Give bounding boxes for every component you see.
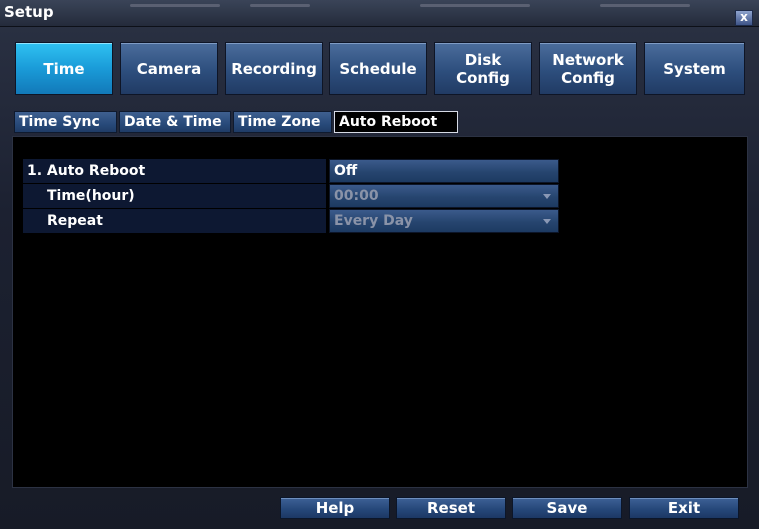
chevron-down-icon <box>543 219 551 224</box>
help-button[interactable]: Help <box>280 497 390 519</box>
subtab-time-zone[interactable]: Time Zone <box>233 111 332 133</box>
tab-recording[interactable]: Recording <box>225 42 323 95</box>
title-decoration <box>130 4 220 7</box>
tab-label: Schedule <box>339 59 417 78</box>
tab-label: Recording <box>231 59 317 78</box>
setting-label: Time(hour) <box>23 184 326 208</box>
window-title: Setup <box>4 3 54 21</box>
select-value: Off <box>334 163 358 179</box>
setup-window: Setup x Time Camera Recording Schedule D… <box>0 0 759 529</box>
save-button[interactable]: Save <box>512 497 622 519</box>
setting-row-repeat: Repeat Every Day <box>23 209 559 233</box>
repeat-select[interactable]: Every Day <box>329 209 559 233</box>
close-button[interactable]: x <box>735 10 753 26</box>
tab-time[interactable]: Time <box>15 42 113 95</box>
tab-disk-config[interactable]: Disk Config <box>434 42 532 95</box>
tab-label: System <box>663 59 726 78</box>
tab-network-config[interactable]: Network Config <box>539 42 637 95</box>
title-bar: Setup x <box>0 0 759 27</box>
tab-schedule[interactable]: Schedule <box>329 42 427 95</box>
select-value: 00:00 <box>334 188 379 204</box>
chevron-down-icon <box>543 194 551 199</box>
setting-label: 1. Auto Reboot <box>23 159 326 183</box>
tab-label: Disk Config <box>456 50 510 87</box>
title-decoration <box>250 4 310 7</box>
close-icon: x <box>740 10 748 24</box>
subtab-auto-reboot[interactable]: Auto Reboot <box>334 111 458 133</box>
setting-row-auto-reboot: 1. Auto Reboot Off <box>23 159 559 183</box>
subtab-date-time[interactable]: Date & Time <box>119 111 231 133</box>
main-tab-bar: Time Camera Recording Schedule Disk Conf… <box>15 42 745 95</box>
subtab-time-sync[interactable]: Time Sync <box>14 111 117 133</box>
tab-label: Time <box>43 59 85 78</box>
select-value: Every Day <box>334 213 413 229</box>
tab-camera[interactable]: Camera <box>120 42 218 95</box>
tab-label: Network Config <box>552 50 624 87</box>
tab-label: Camera <box>136 59 202 78</box>
tab-system[interactable]: System <box>644 42 745 95</box>
time-hour-select[interactable]: 00:00 <box>329 184 559 208</box>
exit-button[interactable]: Exit <box>629 497 739 519</box>
setting-label: Repeat <box>23 209 326 233</box>
auto-reboot-select[interactable]: Off <box>329 159 559 183</box>
title-decoration <box>420 4 530 7</box>
settings-panel: 1. Auto Reboot Off Time(hour) 00:00 Repe… <box>12 136 748 488</box>
setting-row-time-hour: Time(hour) 00:00 <box>23 184 559 208</box>
reset-button[interactable]: Reset <box>396 497 506 519</box>
title-decoration <box>600 4 690 7</box>
